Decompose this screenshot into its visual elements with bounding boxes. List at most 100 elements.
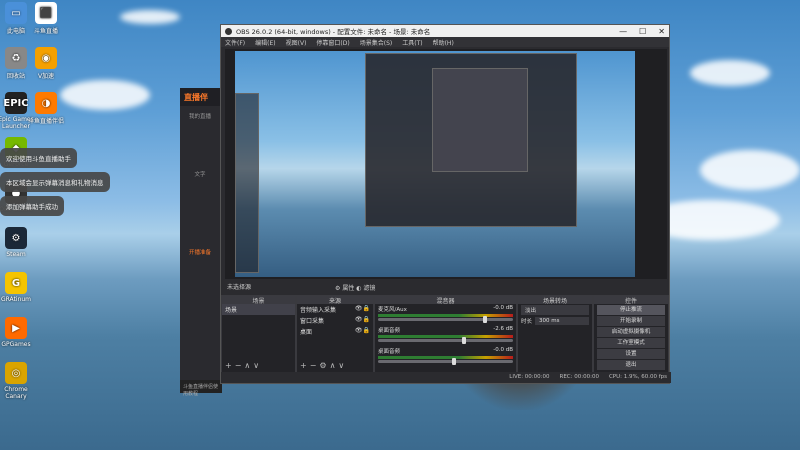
transitions-dock: 场景转场 淡出 时长 300 ms — [517, 295, 593, 373]
live-item-prepare[interactable]: 开播准备 — [180, 248, 220, 256]
minimize-icon[interactable]: — — [619, 27, 627, 36]
menu-item[interactable]: 视图(V) — [286, 38, 307, 47]
control-button[interactable]: 开始录制 — [597, 316, 665, 326]
level-meter — [378, 335, 513, 338]
volume-slider[interactable] — [378, 358, 513, 365]
scenes-dock: 场景 场景 +−∧∨ — [221, 295, 296, 373]
eye-lock-icon[interactable]: 👁🔒 — [355, 327, 370, 334]
desktop-icon[interactable]: ◉ V加速 — [24, 47, 68, 80]
level-meter — [378, 314, 513, 317]
desktop-icon[interactable]: ◑ 斗鱼直播伴侣 — [24, 92, 68, 125]
properties-button[interactable]: 属性 — [342, 285, 354, 292]
maximize-icon[interactable]: ☐ — [639, 27, 646, 36]
channel-name: 桌面音频 — [378, 328, 401, 334]
live-item-my-live[interactable]: 我的直播 — [180, 112, 220, 120]
control-button[interactable]: 启动虚拟摄像机 — [597, 327, 665, 337]
menu-item[interactable]: 工具(T) — [402, 38, 422, 47]
scenes-title: 场景 — [222, 296, 295, 305]
menu-item[interactable]: 停靠窗口(D) — [316, 38, 349, 47]
controls-dock: 控件 停止推流 开始录制 启动虚拟摄像机 工作室模式 设置 退出 — [593, 295, 669, 373]
gear-icon[interactable]: ⚙ — [335, 285, 340, 292]
desktop-icon-label: Chrome Canary — [4, 386, 28, 400]
volume-slider[interactable] — [378, 316, 513, 323]
mixer-dock: 混音器 麦克风/Aux -0.0 dB 桌面音频 -2.6 dB 桌面音频 -0.0 dB — [374, 295, 517, 373]
channel-db: -0.0 dB — [493, 347, 513, 353]
source-item[interactable]: 音频输入采集 👁🔒 — [297, 304, 373, 315]
status-cpu: CPU: 1.9%, 60.00 fps — [608, 374, 667, 380]
sources-title: 来源 — [297, 296, 373, 305]
source-tools[interactable]: +−⚙∧∨ — [300, 361, 347, 370]
menu-item[interactable]: 帮助(H) — [433, 38, 454, 47]
menu-item[interactable]: 文件(F) — [225, 38, 245, 47]
menu-item[interactable]: 编辑(E) — [255, 38, 275, 47]
eye-lock-icon[interactable]: 👁🔒 — [355, 305, 370, 312]
filter-icon[interactable]: ◐ — [356, 285, 361, 292]
desktop-icon[interactable]: G GRAtinum — [0, 272, 38, 303]
desktop-icon-label: GRAtinum — [0, 296, 32, 303]
toast-message: 本区域会显示弹幕消息和礼物消息 — [0, 172, 110, 192]
desktop-icon[interactable]: ▶ GPGames — [0, 317, 38, 348]
close-icon[interactable]: ✕ — [658, 27, 665, 36]
toast-message: 欢迎使用斗鱼直播助手 — [0, 148, 77, 168]
source-item[interactable]: 窗口采集 👁🔒 — [297, 315, 373, 326]
obs-preview[interactable] — [225, 49, 667, 279]
desktop: ▭此电脑♻回收站EPICEpic Games Launcher◆GeForce●… — [0, 0, 800, 450]
app-icon: ⬛ — [35, 2, 57, 24]
live-logo: 直播伴 — [180, 88, 220, 106]
channel-db: -0.0 dB — [493, 305, 513, 311]
mixer-channel: 麦克风/Aux -0.0 dB — [375, 304, 516, 325]
source-label: 桌面 — [300, 329, 313, 336]
control-button[interactable]: 退出 — [597, 360, 665, 370]
toast-message: 添加弹幕助手成功 — [0, 196, 64, 216]
obs-window: OBS 26.0.2 (64-bit, windows) - 配置文件: 未命名… — [220, 24, 671, 384]
desktop-icon[interactable]: ◎ Chrome Canary — [0, 362, 38, 400]
nested-preview-1 — [365, 53, 577, 227]
live-assistant-panel: 直播伴 我的直播 文字 开播准备 — [180, 88, 220, 393]
obs-menubar: 文件(F) 编辑(E) 视图(V) 停靠窗口(D) 场景集合(S) 工具(T) 帮助(H) — [221, 37, 669, 47]
danmaku-toasts: 欢迎使用斗鱼直播助手本区域会显示弹幕消息和礼物消息 添加弹幕助手成功 — [0, 148, 110, 220]
source-item[interactable]: 桌面 👁🔒 — [297, 326, 373, 337]
scene-tools[interactable]: +−∧∨ — [225, 361, 262, 370]
mixer-channel: 桌面音频 -0.0 dB — [375, 346, 516, 367]
control-button[interactable]: 停止推流 — [597, 305, 665, 315]
source-toolbar: 未选择源 ⚙ 属性 ◐ 滤镜 — [225, 282, 667, 292]
desktop-icon[interactable]: ⚙ Steam — [0, 227, 38, 258]
live-footer-tutorial[interactable]: 斗鱼直播伴侣使用教程 — [180, 380, 222, 397]
channel-name: 麦克风/Aux — [378, 307, 407, 313]
obs-app-icon — [225, 27, 232, 35]
desktop-icon[interactable]: ⬛ 斗鱼直播 — [24, 2, 68, 35]
live-item-text[interactable]: 文字 — [180, 170, 220, 178]
app-icon: ▶ — [5, 317, 27, 339]
level-meter — [378, 356, 513, 359]
nested-preview-2 — [432, 68, 528, 172]
status-rec: REC: 00:00:00 — [559, 374, 599, 380]
no-source-label: 未选择源 — [227, 284, 252, 291]
volume-slider[interactable] — [378, 337, 513, 344]
eye-lock-icon[interactable]: 👁🔒 — [355, 316, 370, 323]
nested-live-panel — [235, 93, 259, 273]
app-icon: ◑ — [35, 92, 57, 114]
menu-item[interactable]: 场景集合(S) — [360, 38, 393, 47]
filters-button[interactable]: 滤镜 — [363, 285, 375, 292]
transitions-title: 场景转场 — [518, 296, 592, 305]
source-label: 音频输入采集 — [300, 307, 337, 314]
transition-select[interactable]: 淡出 — [521, 305, 589, 315]
duration-label: 时长 — [521, 319, 533, 325]
channel-name: 桌面音频 — [378, 349, 401, 355]
desktop-icon-label: V加速 — [37, 73, 55, 80]
obs-title: OBS 26.0.2 (64-bit, windows) - 配置文件: 未命名… — [236, 28, 431, 36]
control-button[interactable]: 设置 — [597, 349, 665, 359]
control-button[interactable]: 工作室模式 — [597, 338, 665, 348]
obs-titlebar[interactable]: OBS 26.0.2 (64-bit, windows) - 配置文件: 未命名… — [221, 25, 669, 37]
status-live: LIVE: 00:00:00 — [509, 374, 550, 380]
mixer-channel: 桌面音频 -2.6 dB — [375, 325, 516, 346]
scene-item[interactable]: 场景 — [222, 304, 295, 315]
desktop-icon-label: Steam — [6, 251, 26, 258]
app-icon: ◉ — [35, 47, 57, 69]
mixer-title: 混音器 — [375, 296, 516, 305]
desktop-icon-label: GPGames — [1, 341, 31, 348]
preview-canvas — [235, 51, 635, 277]
desktop-icon-label: 斗鱼直播 — [33, 28, 58, 35]
duration-input[interactable]: 300 ms — [535, 317, 589, 325]
source-label: 窗口采集 — [300, 318, 325, 325]
